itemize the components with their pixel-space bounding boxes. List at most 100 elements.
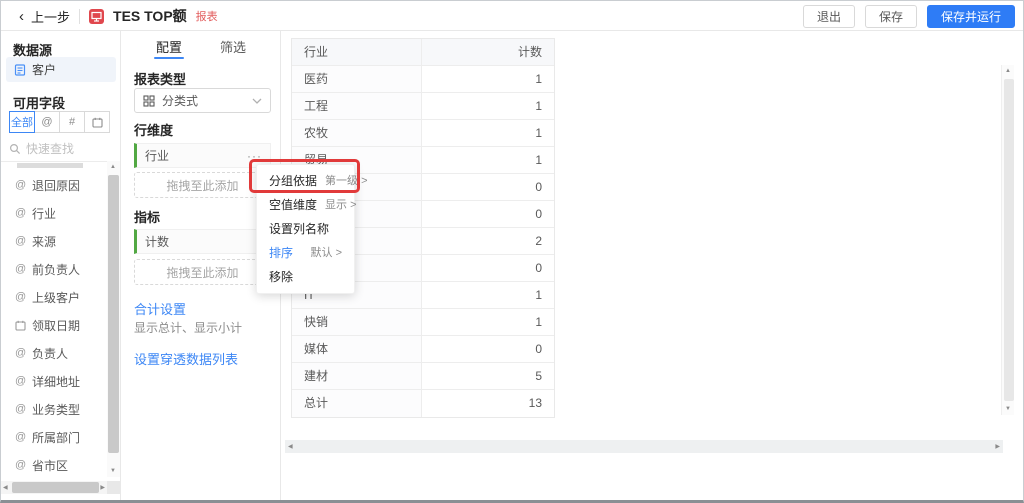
page-title: TES TOP额	[113, 8, 187, 24]
menu-item-null-dimension[interactable]: 空值维度 显示 >	[257, 193, 357, 217]
at-icon: @	[15, 375, 27, 387]
field-item[interactable]: @ 上级客户	[1, 283, 107, 311]
scroll-up-icon[interactable]: ▲	[110, 164, 116, 170]
total-value: 13	[528, 396, 542, 410]
scrollbar-thumb[interactable]	[12, 482, 99, 493]
row-value: 2	[422, 228, 554, 255]
sidebar-vertical-scrollbar[interactable]: ▲ ▼	[107, 161, 120, 477]
preview-horizontal-scrollbar[interactable]: ◀ ▶	[285, 440, 1003, 453]
sidebar-horizontal-scrollbar[interactable]: ◀ ▶	[1, 481, 107, 494]
row-dimension-label: 行维度	[134, 123, 174, 138]
menu-item-sort[interactable]: 排序 默认 >	[257, 241, 354, 265]
chevron-left-icon: ‹	[19, 7, 24, 25]
menu-item-label: 移除	[269, 270, 294, 284]
more-icon[interactable]: ···	[247, 149, 262, 163]
row-value: 0	[422, 201, 554, 228]
tab-config[interactable]: 配置	[149, 37, 189, 56]
report-preview: 行业 计数 医药 1 工程 1 农牧 1 贸易 1 0 0 2 0 IT 1 快销 1 媒体…	[282, 31, 1022, 497]
scroll-left-icon[interactable]: ◀	[3, 485, 8, 491]
save-and-run-button[interactable]: 保存并运行	[926, 5, 1015, 28]
scrollbar-thumb[interactable]	[1004, 79, 1014, 401]
row-value: 1	[422, 66, 554, 93]
row-dimension-item[interactable]: 行业 ···	[134, 143, 271, 168]
field-item[interactable]: @ 负责人	[1, 339, 107, 367]
row-value: 1	[422, 120, 554, 147]
scroll-down-icon[interactable]: ▼	[1005, 406, 1011, 412]
search-input[interactable]	[26, 142, 106, 156]
report-type-label: 报表类型	[134, 72, 187, 87]
field-label: 业务类型	[32, 402, 81, 417]
menu-item-label: 设置列名称	[269, 222, 330, 236]
row-value: 0	[422, 174, 554, 201]
report-type-dropdown[interactable]: 分类式	[134, 88, 271, 113]
field-label: 负责人	[32, 346, 69, 361]
row-label: 快销	[292, 309, 422, 336]
field-item[interactable]: @ 所属部门	[1, 423, 107, 451]
row-value: 1	[422, 282, 554, 309]
fields-title: 可用字段	[13, 96, 66, 111]
totals-settings-link[interactable]: 合计设置	[134, 299, 186, 318]
table-row[interactable]: 媒体 0	[292, 336, 554, 363]
field-label: 省市区	[32, 458, 69, 473]
scroll-right-icon[interactable]: ▶	[100, 485, 105, 491]
field-item[interactable]: @ 详细地址	[1, 367, 107, 395]
metric-item[interactable]: 计数	[134, 229, 271, 254]
filter-tab-all[interactable]: 全部	[9, 111, 35, 133]
scroll-left-icon[interactable]: ◀	[288, 444, 293, 450]
menu-item-set-column-name[interactable]: 设置列名称	[257, 217, 354, 241]
menu-item-group-by[interactable]: 分组依据 第一级 >	[257, 169, 368, 193]
field-item[interactable]: @ 退回原因	[1, 171, 107, 199]
row-value: 1	[422, 147, 554, 174]
active-tab-underline	[154, 57, 184, 59]
row-dimension-dropzone[interactable]: 拖拽至此添加	[134, 172, 271, 198]
report-icon	[89, 8, 105, 24]
row-label: 媒体	[292, 336, 422, 363]
menu-item-remove[interactable]: 移除	[257, 265, 354, 289]
column-header[interactable]: 行业	[292, 39, 422, 66]
divider	[79, 8, 81, 24]
row-label: 农牧	[292, 120, 422, 147]
table-row[interactable]: 快销 1	[292, 309, 554, 336]
metric-dropzone[interactable]: 拖拽至此添加	[134, 259, 271, 285]
table-row[interactable]: 工程 1	[292, 93, 554, 120]
field-item[interactable]: 领取日期	[1, 311, 107, 339]
table-row[interactable]: 医药 1	[292, 66, 554, 93]
table-row[interactable]: 建材 5	[292, 363, 554, 390]
field-label: 上级客户	[32, 290, 81, 305]
scroll-right-icon[interactable]: ▶	[995, 444, 1000, 450]
field-label: 详细地址	[32, 374, 81, 389]
field-item[interactable]: @ 业务类型	[1, 395, 107, 423]
filter-tab-number[interactable]: #	[59, 111, 85, 133]
at-icon: @	[15, 403, 27, 415]
tab-filter[interactable]: 筛选	[213, 37, 253, 56]
scroll-up-icon[interactable]: ▲	[1005, 68, 1011, 74]
row-value: 1	[422, 309, 554, 336]
at-icon: @	[15, 235, 27, 247]
back-button[interactable]: ‹ 上一步	[19, 7, 70, 26]
save-button[interactable]: 保存	[864, 5, 917, 28]
scroll-down-icon[interactable]: ▼	[110, 468, 116, 474]
scrollbar-thumb[interactable]	[108, 175, 119, 453]
dimension-context-menu: 分组依据 第一级 > 空值维度 显示 > 设置列名称 排序 默认 > 移除	[256, 164, 368, 294]
dropzone-hint: 拖拽至此添加	[166, 265, 239, 280]
field-item[interactable]: @ 省市区	[1, 451, 107, 477]
drill-through-link[interactable]: 设置穿透数据列表	[134, 349, 238, 368]
preview-vertical-scrollbar[interactable]: ▲ ▼	[1001, 65, 1014, 415]
filter-tab-date[interactable]	[84, 111, 110, 133]
search-icon	[9, 143, 21, 155]
field-item[interactable]: @ 前负责人	[1, 255, 107, 283]
filter-tab-text[interactable]: @	[34, 111, 60, 133]
at-icon: @	[15, 431, 27, 443]
menu-item-value: 第一级 >	[325, 175, 368, 187]
at-icon: @	[15, 263, 27, 275]
column-header[interactable]: 计数	[422, 39, 554, 66]
document-icon	[14, 63, 26, 76]
metric-name: 计数	[145, 235, 170, 249]
datasource-item-customer[interactable]: 客户	[6, 57, 116, 82]
clipped-field-item	[17, 163, 83, 168]
field-item[interactable]: @ 来源	[1, 227, 107, 255]
field-item[interactable]: @ 行业	[1, 199, 107, 227]
table-row[interactable]: 农牧 1	[292, 120, 554, 147]
exit-button[interactable]: 退出	[802, 5, 855, 28]
field-label: 行业	[32, 206, 57, 221]
